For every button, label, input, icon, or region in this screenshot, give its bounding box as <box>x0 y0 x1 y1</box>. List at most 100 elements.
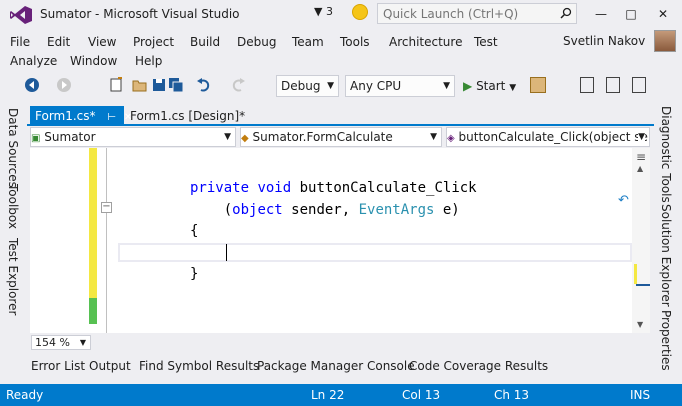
code-text[interactable]: private void buttonCalculate_Click (obje… <box>190 178 477 286</box>
menu-analyze[interactable]: Analyze <box>10 53 57 69</box>
tab-find-symbol-results[interactable]: Find Symbol Results <box>139 359 259 373</box>
user-name[interactable]: Svetlin Nakov <box>563 34 645 48</box>
zoom-select[interactable]: 154 % ▼ <box>31 335 91 350</box>
left-tool-rail: Data Sources Toolbox Test Explorer <box>0 100 27 384</box>
scroll-up-icon[interactable]: ▲ <box>637 164 643 173</box>
menu-window[interactable]: Window <box>70 53 117 69</box>
status-insert-mode: INS <box>630 388 651 402</box>
menu-build[interactable]: Build <box>190 34 220 50</box>
notification-count: 3 <box>325 5 333 18</box>
tab-form1-cs[interactable]: Form1.cs* ⊢ ✕ <box>30 106 132 126</box>
chevron-down-icon: ▼ <box>327 81 334 91</box>
solution-icon[interactable] <box>530 77 546 93</box>
close-icon[interactable]: ✕ <box>650 4 676 24</box>
punct: ( <box>223 201 233 218</box>
chevron-down-icon: ▼ <box>430 132 437 142</box>
tab-form1-design[interactable]: Form1.cs [Design]* <box>130 106 245 126</box>
tab-test-explorer[interactable]: Test Explorer <box>6 238 20 315</box>
configuration-select[interactable]: Debug ▼ <box>276 75 339 97</box>
save-all-icon[interactable] <box>168 77 184 93</box>
scroll-down-icon[interactable]: ▼ <box>637 320 643 329</box>
notifications[interactable]: ▼ 3 <box>314 5 333 18</box>
zoom-value: 154 % <box>35 336 70 349</box>
class-nav-select[interactable]: ◆ Sumator.FormCalculate ▼ <box>240 127 442 147</box>
search-icon[interactable] <box>560 7 572 19</box>
platform-value: Any CPU <box>350 79 402 93</box>
csharp-project-icon: ▣ <box>31 133 41 144</box>
avatar[interactable] <box>654 30 676 52</box>
collapse-icon[interactable]: − <box>101 202 112 213</box>
param-text: sender, <box>282 201 359 218</box>
right-tool-rail: Diagnostic Tools Solution Explorer Prope… <box>654 100 682 384</box>
open-icon[interactable] <box>132 77 148 93</box>
menu-project[interactable]: Project <box>133 34 174 50</box>
change-tracking-bar <box>89 148 97 333</box>
member-nav-value: buttonCalculate_Click(object se <box>458 130 648 144</box>
tab-code-coverage-results[interactable]: Code Coverage Results <box>409 359 548 373</box>
refresh-icon[interactable]: ↶ <box>618 193 629 208</box>
chevron-down-icon: ▼ <box>638 128 645 146</box>
tab-properties[interactable]: Properties <box>659 310 673 371</box>
pin-icon[interactable]: ⊢ <box>107 112 116 123</box>
keyword: private <box>190 180 250 196</box>
status-bar: Ready Ln 22 Col 13 Ch 13 INS <box>0 384 682 406</box>
keyword: void <box>257 180 292 196</box>
tab-error-list[interactable]: Error List <box>31 359 85 373</box>
undo-icon[interactable] <box>196 77 212 93</box>
configuration-value: Debug <box>281 79 321 93</box>
toolbar-doc-icon[interactable] <box>580 77 594 93</box>
menu-file[interactable]: File <box>10 34 30 50</box>
chevron-down-icon: ▼ <box>224 132 231 142</box>
class-nav-value: Sumator.FormCalculate <box>252 130 393 144</box>
minimize-icon[interactable]: — <box>588 4 614 24</box>
tab-diagnostic-tools[interactable]: Diagnostic Tools <box>659 106 673 203</box>
menu-view[interactable]: View <box>88 34 116 50</box>
close-brace: } <box>190 266 199 282</box>
member-nav-select[interactable]: ◈ buttonCalculate_Click(object se ▼ <box>446 127 650 147</box>
scroll-marker <box>634 264 637 284</box>
project-nav-value: Sumator <box>44 130 96 144</box>
tab-toolbox[interactable]: Toolbox <box>6 184 20 229</box>
chevron-down-icon: ▼ <box>509 83 517 93</box>
save-icon[interactable] <box>151 77 167 93</box>
toolbar-doc-icon[interactable] <box>632 77 646 93</box>
menu-help[interactable]: Help <box>135 53 162 69</box>
tab-package-manager-console[interactable]: Package Manager Console <box>257 359 415 373</box>
status-line: Ln 22 <box>311 388 345 402</box>
class-icon: ◆ <box>241 133 249 144</box>
maximize-icon[interactable]: □ <box>618 4 644 24</box>
vertical-scrollbar[interactable]: ≡ ▲ ▼ <box>632 148 650 333</box>
tab-output[interactable]: Output <box>89 359 131 373</box>
tab-solution-explorer[interactable]: Solution Explorer <box>659 204 673 307</box>
tab-label: Form1.cs* <box>35 109 96 123</box>
quick-launch[interactable] <box>377 3 577 24</box>
caret-marker <box>636 284 650 286</box>
menu-tools[interactable]: Tools <box>340 34 370 50</box>
method-icon: ◈ <box>447 133 455 144</box>
quick-launch-input[interactable] <box>378 4 553 23</box>
vs-logo-icon <box>10 6 32 24</box>
filter-icon: ▼ <box>314 5 323 18</box>
status-text: Ready <box>6 388 44 402</box>
chevron-down-icon: ▼ <box>443 81 450 91</box>
platform-select[interactable]: Any CPU ▼ <box>345 75 455 97</box>
method-name: buttonCalculate_Click <box>291 180 477 196</box>
tab-data-sources[interactable]: Data Sources <box>6 108 20 188</box>
feedback-smiley-icon[interactable] <box>352 4 368 20</box>
editor-footer <box>30 334 650 351</box>
menu-test[interactable]: Test <box>474 34 498 50</box>
forward-icon[interactable] <box>56 77 72 93</box>
split-icon[interactable]: ≡ <box>636 150 646 164</box>
menu-architecture[interactable]: Architecture <box>389 34 462 50</box>
new-project-icon[interactable] <box>108 77 124 93</box>
open-brace: { <box>190 223 199 239</box>
project-nav-select[interactable]: ▣ Sumator ▼ <box>30 127 236 147</box>
toolbar-doc-icon[interactable] <box>606 77 620 93</box>
redo-icon[interactable] <box>230 77 246 93</box>
menu-team[interactable]: Team <box>292 34 324 50</box>
menu-edit[interactable]: Edit <box>47 34 70 50</box>
menu-debug[interactable]: Debug <box>237 34 276 50</box>
start-button[interactable]: ▶ Start ▼ <box>463 76 516 96</box>
status-char: Ch 13 <box>494 388 530 402</box>
back-icon[interactable] <box>24 77 40 93</box>
